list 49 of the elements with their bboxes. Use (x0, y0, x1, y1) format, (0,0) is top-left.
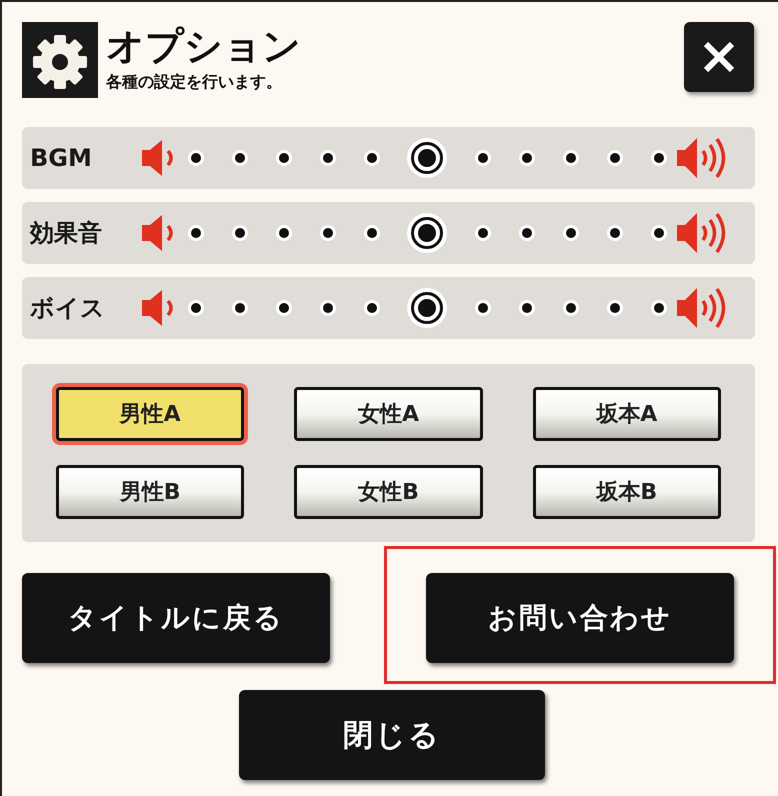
slider-step (650, 150, 667, 166)
close-icon (702, 40, 736, 74)
slider-step (563, 150, 580, 166)
slider-step (475, 300, 492, 316)
action-button[interactable]: タイトルに戻る (22, 573, 330, 663)
close-dialog-button[interactable]: 閉じる (239, 690, 545, 780)
volume-label: ボイス (30, 293, 106, 324)
slider-step (475, 150, 492, 166)
slider-step (276, 225, 292, 241)
slider-step (519, 225, 536, 241)
slider-step (563, 225, 580, 241)
slider-thumb[interactable] (407, 288, 448, 328)
voice-button[interactable]: 坂本A (532, 387, 721, 441)
close-button[interactable] (684, 22, 754, 92)
slider-thumb[interactable] (407, 138, 448, 178)
voice-button[interactable]: 女性A (294, 387, 483, 441)
voice-button[interactable]: 坂本B (532, 465, 721, 519)
slider-step (188, 300, 204, 316)
slider-step (519, 150, 536, 166)
slider-step (232, 225, 248, 241)
slider-step (232, 300, 248, 316)
slider-step (475, 225, 492, 241)
slider-step (364, 150, 380, 166)
slider-thumb[interactable] (407, 213, 448, 253)
slider-step (364, 225, 380, 241)
slider-step (607, 300, 624, 316)
voice-button[interactable]: 女性B (294, 465, 483, 519)
voice-button[interactable]: 男性B (56, 465, 244, 519)
slider-step (650, 300, 667, 316)
dialog-subtitle: 各種の設定を行います。 (106, 71, 283, 93)
settings-icon (22, 22, 98, 98)
slider-step (607, 225, 624, 241)
slider-step (519, 300, 536, 316)
slider-step (563, 300, 580, 316)
slider-step (188, 225, 204, 241)
volume-label: BGM (30, 143, 93, 174)
slider-step (607, 150, 624, 166)
slider-step (276, 300, 292, 316)
action-button[interactable]: お問い合わせ (426, 573, 734, 663)
slider-step (188, 150, 204, 166)
dialog-title: オプション (106, 22, 301, 70)
slider-step (650, 225, 667, 241)
slider-step (232, 150, 248, 166)
slider-step (364, 300, 380, 316)
slider-step (320, 225, 336, 241)
slider-step (276, 150, 292, 166)
slider-step (320, 150, 336, 166)
slider-step (320, 300, 336, 316)
volume-label: 効果音 (30, 218, 103, 249)
